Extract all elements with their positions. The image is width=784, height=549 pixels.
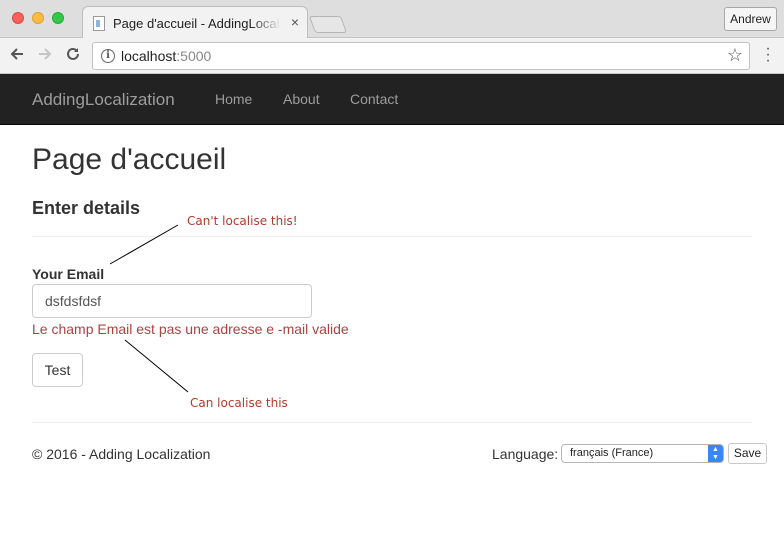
nav-link-home[interactable]: Home — [215, 91, 252, 107]
close-window-button[interactable] — [12, 12, 24, 24]
page-title: Page d'accueil — [32, 143, 227, 176]
address-bar[interactable]: i localhost:5000 ☆ — [92, 42, 750, 70]
tab-title: Page d'accueil - AddingLocalization — [113, 16, 281, 31]
browser-toolbar: i localhost:5000 ☆ · · · — [0, 38, 784, 74]
navbar-brand[interactable]: AddingLocalization — [32, 90, 175, 110]
maximize-window-button[interactable] — [52, 12, 64, 24]
language-select[interactable]: français (France) ▲ ▼ — [561, 444, 724, 463]
section-title: Enter details — [32, 198, 141, 218]
minimize-window-button[interactable] — [32, 12, 44, 24]
annotation-line-top — [109, 224, 179, 265]
email-field[interactable] — [32, 284, 312, 318]
bookmark-star-icon[interactable]: ☆ — [727, 45, 743, 66]
page-favicon-icon — [93, 16, 105, 31]
email-label: Your Email — [32, 266, 105, 282]
reload-icon[interactable] — [64, 45, 82, 67]
language-save-button[interactable]: Save — [728, 443, 767, 464]
profile-button[interactable]: Andrew — [724, 7, 777, 31]
url-host: localhost — [121, 48, 177, 64]
url-text: localhost:5000 — [121, 48, 211, 64]
language-label: Language: — [492, 446, 559, 462]
nav-link-about[interactable]: About — [283, 91, 320, 107]
forward-arrow-icon[interactable] — [36, 45, 54, 67]
divider — [32, 236, 752, 237]
email-validation-message: Le champ Email est pas une adresse e -ma… — [32, 321, 349, 337]
test-button[interactable]: Test — [32, 353, 83, 387]
footer-divider — [32, 422, 752, 423]
select-arrows-icon: ▲ ▼ — [708, 445, 723, 462]
annotation-can-localise: Can localise this — [190, 396, 288, 410]
nav-link-contact[interactable]: Contact — [350, 91, 398, 107]
language-selected-value: français (France) — [570, 447, 654, 459]
browser-tab-active[interactable]: Page d'accueil - AddingLocalization × — [82, 6, 308, 39]
browser-tabstrip: Page d'accueil - AddingLocalization × An… — [0, 0, 784, 39]
footer-copyright: © 2016 - Adding Localization — [32, 446, 211, 462]
annotation-cant-localise: Can't localise this! — [187, 214, 298, 228]
back-arrow-icon[interactable] — [8, 45, 26, 67]
site-navbar: AddingLocalization Home About Contact — [0, 74, 784, 125]
new-tab-button[interactable] — [308, 16, 348, 33]
info-icon[interactable]: i — [101, 49, 115, 63]
tab-close-icon[interactable]: × — [291, 14, 299, 30]
browser-menu-icon[interactable]: · · · — [760, 41, 776, 69]
annotation-line-bottom — [124, 339, 189, 393]
url-port: :5000 — [176, 48, 212, 64]
